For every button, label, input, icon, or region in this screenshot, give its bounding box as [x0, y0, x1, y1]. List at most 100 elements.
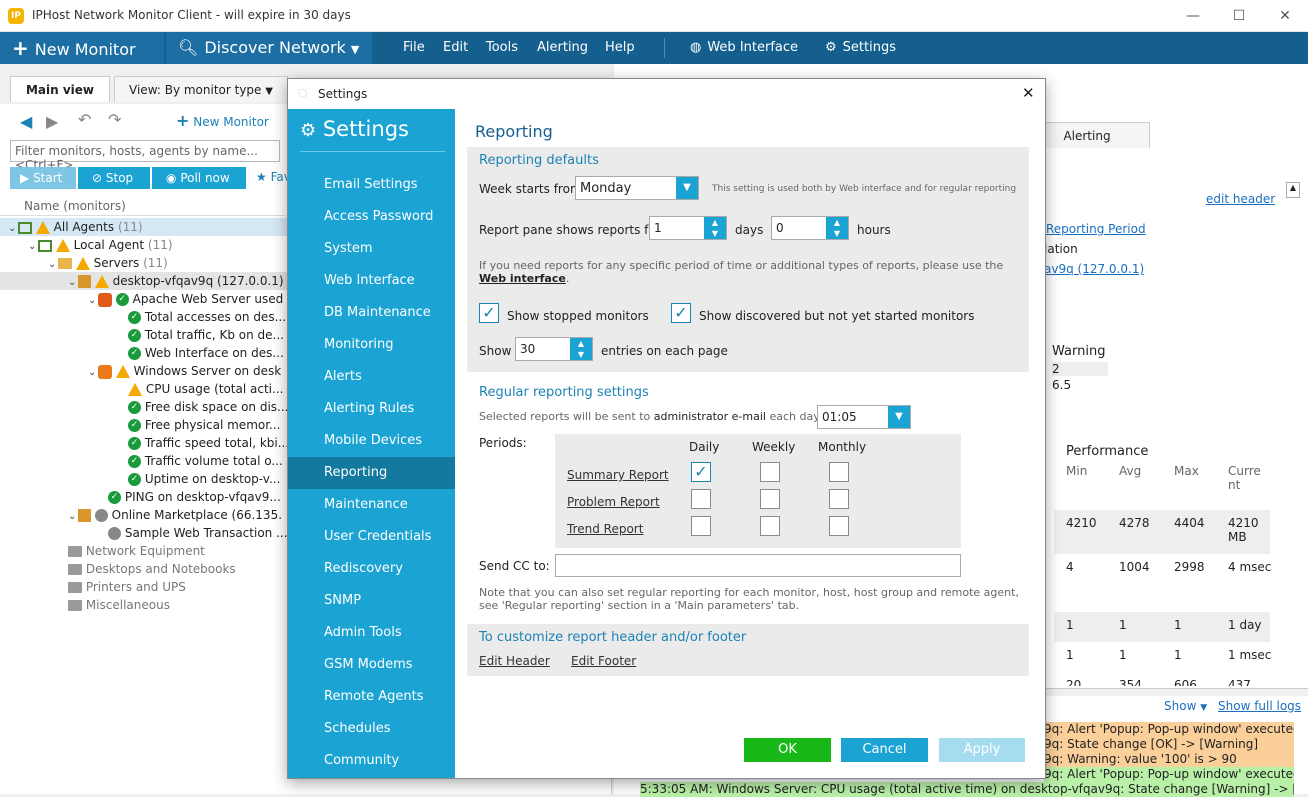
nav-alerting-rules[interactable]: Alerting Rules	[288, 393, 455, 425]
close-window-button[interactable]: ✕	[1262, 4, 1308, 28]
forward-icon[interactable]: ▶	[46, 112, 58, 131]
discover-network-button[interactable]: 🔍︎ Discover Network ▼	[166, 32, 372, 64]
tree-item-sample-web[interactable]: Sample Web Transaction ...	[0, 524, 287, 542]
nav-community[interactable]: Community	[288, 745, 455, 777]
nav-schedules[interactable]: Schedules	[288, 713, 455, 745]
tree-item-windows-server[interactable]: ⌄ Windows Server on desk	[0, 362, 287, 380]
start-button[interactable]: ▶ Start	[10, 167, 76, 189]
nav-web-interface[interactable]: Web Interface	[288, 265, 455, 297]
edit-header-link[interactable]: Edit Header	[479, 654, 550, 668]
settings-button[interactable]: ⚙ Settings	[825, 32, 896, 64]
show-full-logs-link[interactable]: Show full logs	[1218, 699, 1301, 713]
minimize-button[interactable]: —	[1170, 4, 1216, 28]
poll-now-button[interactable]: ◉ Poll now	[152, 167, 246, 189]
trend-monthly-checkbox[interactable]	[829, 516, 849, 536]
favorites-button[interactable]: ★ Fav	[256, 170, 291, 184]
column-header-name[interactable]: Name (monitors)	[0, 196, 285, 216]
tree-item-monitor[interactable]: ✓ Total accesses on des...	[0, 308, 287, 326]
filter-input[interactable]: Filter monitors, hosts, agents by name..…	[10, 140, 280, 172]
tree-item-desktops[interactable]: Desktops and Notebooks	[0, 560, 287, 578]
cancel-button[interactable]: Cancel	[841, 738, 928, 762]
menu-edit[interactable]: Edit	[443, 32, 468, 64]
tree-item-monitor[interactable]: ✓ Traffic speed total, kbi...	[0, 434, 287, 452]
show-stopped-checkbox[interactable]: ✓	[479, 303, 499, 323]
tree-item-ping[interactable]: ✓ PING on desktop-vfqav9...	[0, 488, 287, 506]
nav-gsm-modems[interactable]: GSM Modems	[288, 649, 455, 681]
tree-item-online-marketplace[interactable]: ⌄ Online Marketplace (66.135.	[0, 506, 287, 524]
tree-item-network-equipment[interactable]: Network Equipment	[0, 542, 287, 560]
edit-footer-link[interactable]: Edit Footer	[571, 654, 636, 668]
show-dropdown[interactable]: Show ▼	[1164, 699, 1207, 713]
nav-system[interactable]: System	[288, 233, 455, 265]
tree-item-apache[interactable]: ⌄ ✓ Apache Web Server used	[0, 290, 287, 308]
week-starts-select[interactable]: Monday ▼	[575, 176, 699, 200]
hours-stepper[interactable]: 0 ▲ ▼	[771, 216, 849, 240]
tree-item-monitor[interactable]: ✓ Free disk space on dis...	[0, 398, 287, 416]
ok-button[interactable]: OK	[744, 738, 831, 762]
undo-icon[interactable]: ↶	[78, 110, 91, 129]
nav-email-settings[interactable]: Email Settings	[288, 169, 455, 201]
summary-weekly-checkbox[interactable]	[760, 462, 780, 482]
summary-daily-checkbox[interactable]: ✓	[691, 462, 711, 482]
maximize-button[interactable]: ☐	[1216, 4, 1262, 28]
trend-daily-checkbox[interactable]	[691, 516, 711, 536]
small-new-monitor-button[interactable]: + New Monitor	[176, 111, 269, 130]
nav-maintenance[interactable]: Maintenance	[288, 489, 455, 521]
web-interface-link[interactable]: Web interface	[479, 272, 566, 285]
apply-button[interactable]: Apply	[939, 738, 1025, 762]
nav-admin-tools[interactable]: Admin Tools	[288, 617, 455, 649]
tree-item-miscellaneous[interactable]: Miscellaneous	[0, 596, 287, 614]
nav-access-password[interactable]: Access Password	[288, 201, 455, 233]
tree-item-all-agents[interactable]: ⌄ All Agents (11)	[0, 218, 287, 236]
redo-icon[interactable]: ↷	[108, 110, 121, 129]
host-link[interactable]: av9q (127.0.0.1)	[1044, 262, 1144, 276]
web-interface-button[interactable]: ◍ Web Interface	[690, 32, 798, 64]
send-cc-input[interactable]	[555, 554, 961, 577]
edit-header-link[interactable]: edit header	[1206, 192, 1275, 206]
menu-help[interactable]: Help	[605, 32, 635, 64]
problem-weekly-checkbox[interactable]	[760, 489, 780, 509]
tree-item-monitor[interactable]: ✓ Total traffic, Kb on de...	[0, 326, 287, 344]
tree-item-monitor[interactable]: ✓ Uptime on desktop-v...	[0, 470, 287, 488]
nav-rediscovery[interactable]: Rediscovery	[288, 553, 455, 585]
tree-item-servers[interactable]: ⌄ Servers (11)	[0, 254, 287, 272]
show-discovered-label: Show discovered but not yet started moni…	[699, 309, 975, 323]
problem-daily-checkbox[interactable]	[691, 489, 711, 509]
menu-tools[interactable]: Tools	[486, 32, 518, 64]
days-stepper[interactable]: 1 ▲ ▼	[649, 216, 727, 240]
back-icon[interactable]: ◀	[20, 112, 32, 131]
nav-reporting[interactable]: Reporting	[288, 457, 455, 489]
nav-alerts[interactable]: Alerts	[288, 361, 455, 393]
trend-weekly-checkbox[interactable]	[760, 516, 780, 536]
nav-user-credentials[interactable]: User Credentials	[288, 521, 455, 553]
menu-file[interactable]: File	[403, 32, 425, 64]
nav-remote-agents[interactable]: Remote Agents	[288, 681, 455, 713]
tab-main-view[interactable]: Main view	[10, 76, 110, 102]
time-select[interactable]: 01:05 ▼	[817, 405, 911, 429]
nav-monitoring[interactable]: Monitoring	[288, 329, 455, 361]
trend-report-link[interactable]: Trend Report	[567, 522, 643, 536]
tree-item-printers[interactable]: Printers and UPS	[0, 578, 287, 596]
show-discovered-checkbox[interactable]: ✓	[671, 303, 691, 323]
tree-item-host[interactable]: ⌄ desktop-vfqav9q (127.0.0.1)	[0, 272, 287, 290]
summary-monthly-checkbox[interactable]	[829, 462, 849, 482]
scroll-up-icon[interactable]: ▲	[1286, 182, 1300, 198]
tree-item-monitor[interactable]: ✓ Web Interface on des...	[0, 344, 287, 362]
tree-item-local-agent[interactable]: ⌄ Local Agent (11)	[0, 236, 287, 254]
close-icon[interactable]: ✕	[1022, 84, 1035, 102]
tree-item-monitor[interactable]: CPU usage (total acti...	[0, 380, 287, 398]
problem-report-link[interactable]: Problem Report	[567, 495, 660, 509]
menu-alerting[interactable]: Alerting	[537, 32, 588, 64]
summary-report-link[interactable]: Summary Report	[567, 468, 669, 482]
entries-stepper[interactable]: 30 ▲ ▼	[515, 337, 593, 361]
reporting-period-link[interactable]: Reporting Period	[1046, 222, 1146, 236]
nav-mobile-devices[interactable]: Mobile Devices	[288, 425, 455, 457]
nav-db-maintenance[interactable]: DB Maintenance	[288, 297, 455, 329]
new-monitor-button[interactable]: + New Monitor	[0, 32, 164, 64]
nav-snmp[interactable]: SNMP	[288, 585, 455, 617]
stop-button[interactable]: ⊘ Stop	[78, 167, 150, 189]
tab-view-by-monitor-type[interactable]: View: By monitor type ▼	[114, 76, 288, 102]
tree-item-monitor[interactable]: ✓ Traffic volume total o...	[0, 452, 287, 470]
tree-item-monitor[interactable]: ✓ Free physical memor...	[0, 416, 287, 434]
problem-monthly-checkbox[interactable]	[829, 489, 849, 509]
